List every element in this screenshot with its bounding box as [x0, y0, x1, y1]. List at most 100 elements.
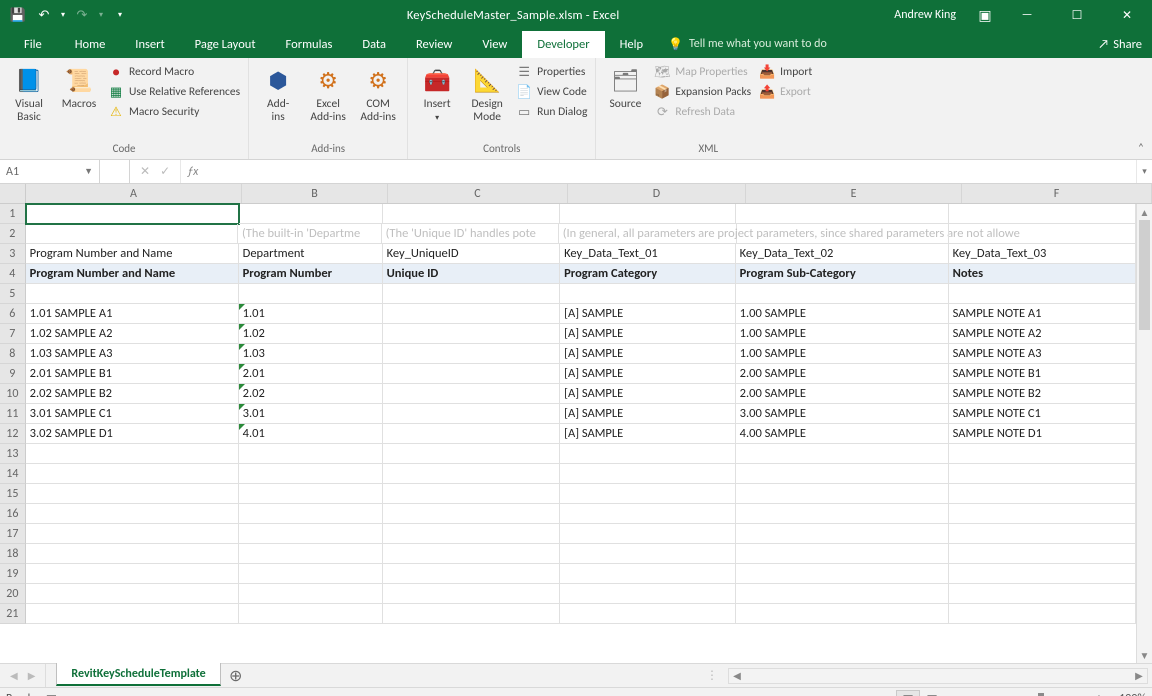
cell[interactable]: SAMPLE NOTE A2	[949, 324, 1136, 344]
cell[interactable]	[949, 224, 1136, 244]
cell[interactable]	[560, 444, 736, 464]
save-icon[interactable]: 💾	[6, 3, 30, 27]
cell[interactable]: [A] SAMPLE	[560, 384, 736, 404]
cell[interactable]	[239, 444, 383, 464]
row-header[interactable]: 4	[0, 264, 26, 284]
redo-icon[interactable]: ↷	[70, 3, 94, 27]
macro-recorder-status-icon[interactable]: ▦	[46, 692, 57, 696]
cell[interactable]: 1.03	[239, 344, 383, 364]
tab-view[interactable]: View	[467, 30, 522, 58]
row-header[interactable]: 21	[0, 604, 26, 624]
cell[interactable]	[239, 464, 383, 484]
cell[interactable]	[736, 504, 949, 524]
cell[interactable]	[383, 524, 561, 544]
enter-formula-icon[interactable]: ✓	[160, 164, 170, 179]
macros-button[interactable]: 📜 Macros	[58, 62, 100, 111]
macro-security-button[interactable]: ⚠Macro Security	[108, 104, 240, 120]
sheet-nav[interactable]: ◀ ▶	[0, 664, 46, 687]
cell[interactable]: 2.02	[239, 384, 383, 404]
formula-input[interactable]	[204, 160, 1136, 183]
row-header[interactable]: 20	[0, 584, 26, 604]
cell[interactable]: Key_UniqueID	[383, 244, 561, 264]
qat-customize-icon[interactable]: ▾	[108, 3, 132, 27]
tab-insert[interactable]: Insert	[120, 30, 179, 58]
cell[interactable]: SAMPLE NOTE D1	[949, 424, 1136, 444]
cell[interactable]: 2.00 SAMPLE	[736, 364, 949, 384]
cell[interactable]	[383, 584, 561, 604]
cell[interactable]: SAMPLE NOTE A3	[949, 344, 1136, 364]
maximize-button[interactable]: ☐	[1054, 0, 1100, 30]
cell[interactable]	[736, 284, 949, 304]
cell[interactable]: 1.01	[239, 304, 383, 324]
cell[interactable]	[560, 564, 736, 584]
cell[interactable]: SAMPLE NOTE C1	[949, 404, 1136, 424]
cell[interactable]	[26, 284, 239, 304]
cell[interactable]	[736, 444, 949, 464]
cell[interactable]	[383, 444, 561, 464]
cell[interactable]	[26, 504, 239, 524]
cell[interactable]	[560, 524, 736, 544]
ribbon-display-options-icon[interactable]: ▣	[970, 0, 1000, 30]
row-header[interactable]: 5	[0, 284, 26, 304]
addins-button[interactable]: ⬢Add- ins	[257, 62, 299, 124]
redo-dropdown-icon[interactable]: ▾	[96, 3, 106, 27]
cell[interactable]: 3.02 SAMPLE D1	[26, 424, 239, 444]
cell[interactable]	[383, 604, 561, 624]
cell[interactable]	[26, 224, 238, 244]
cell[interactable]: 2.01	[239, 364, 383, 384]
cell[interactable]: (In general, all parameters are project …	[559, 224, 737, 244]
vertical-scroll-thumb[interactable]	[1139, 220, 1150, 330]
row-header[interactable]: 1	[0, 204, 26, 224]
row-header[interactable]: 2	[0, 224, 26, 244]
formula-bar-expand-icon[interactable]: ▾	[1136, 160, 1152, 183]
cell[interactable]	[383, 304, 561, 324]
cell[interactable]	[26, 584, 239, 604]
cell[interactable]	[560, 504, 736, 524]
tab-home[interactable]: Home	[60, 30, 121, 58]
row-header[interactable]: 17	[0, 524, 26, 544]
undo-icon[interactable]: ↶	[32, 3, 56, 27]
row-header[interactable]: 15	[0, 484, 26, 504]
cell[interactable]: [A] SAMPLE	[560, 404, 736, 424]
cell[interactable]: Unique ID	[383, 264, 561, 284]
add-sheet-button[interactable]: ⊕	[221, 664, 251, 687]
row-header[interactable]: 7	[0, 324, 26, 344]
refresh-data-button[interactable]: ⟳Refresh Data	[654, 104, 751, 120]
close-button[interactable]: ✕	[1104, 0, 1150, 30]
insert-control-button[interactable]: 🧰Insert▾	[416, 62, 458, 125]
cell[interactable]	[737, 224, 949, 244]
excel-addins-button[interactable]: ⚙Excel Add-ins	[307, 62, 349, 124]
tab-developer[interactable]: Developer	[522, 30, 604, 58]
cell[interactable]: 3.01 SAMPLE C1	[26, 404, 239, 424]
cell[interactable]	[239, 204, 383, 224]
tab-data[interactable]: Data	[347, 30, 401, 58]
cell[interactable]	[560, 484, 736, 504]
tab-formulas[interactable]: Formulas	[271, 30, 348, 58]
cell[interactable]: 2.00 SAMPLE	[736, 384, 949, 404]
cell[interactable]: 4.01	[239, 424, 383, 444]
cell[interactable]: SAMPLE NOTE B1	[949, 364, 1136, 384]
cell[interactable]	[736, 584, 949, 604]
cell[interactable]: 1.01 SAMPLE A1	[26, 304, 239, 324]
cell[interactable]	[239, 584, 383, 604]
cell[interactable]	[383, 284, 561, 304]
record-macro-button[interactable]: ●Record Macro	[108, 64, 240, 80]
cell[interactable]	[736, 464, 949, 484]
cell[interactable]	[383, 324, 561, 344]
properties-button[interactable]: ☰Properties	[516, 64, 587, 80]
sheet-next-icon[interactable]: ▶	[28, 669, 36, 682]
cell[interactable]	[383, 464, 561, 484]
cell[interactable]	[949, 204, 1136, 224]
cell[interactable]: Program Number and Name	[26, 244, 239, 264]
cell[interactable]: Key_Data_Text_03	[949, 244, 1136, 264]
cell[interactable]: Key_Data_Text_02	[736, 244, 949, 264]
cell[interactable]: Program Number	[239, 264, 383, 284]
horizontal-scrollbar[interactable]: ◀ ▶	[728, 668, 1148, 684]
cell[interactable]	[26, 604, 239, 624]
scroll-down-icon[interactable]: ▼	[1137, 647, 1152, 663]
row-header[interactable]: 6	[0, 304, 26, 324]
relative-references-button[interactable]: ▦Use Relative References	[108, 84, 240, 100]
undo-dropdown-icon[interactable]: ▾	[58, 3, 68, 27]
share-button[interactable]: ↗ Share	[1088, 30, 1152, 58]
tab-file[interactable]: File	[6, 30, 60, 58]
